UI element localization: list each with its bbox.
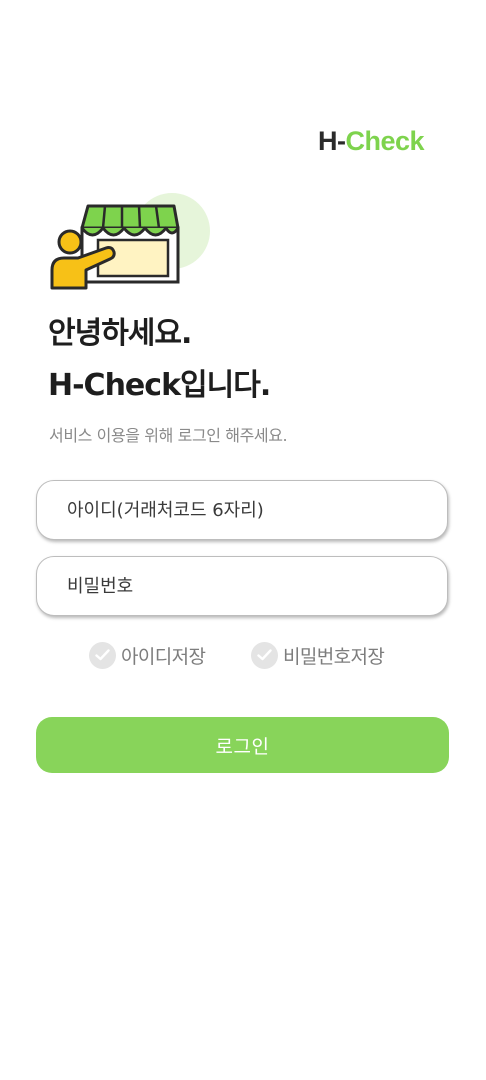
save-password-label: 비밀번호저장 xyxy=(283,645,385,668)
check-icon xyxy=(251,641,278,669)
logo-prefix: H- xyxy=(318,126,346,156)
store-clerk-illustration xyxy=(50,193,210,290)
greeting-line-2: H-Check입니다. xyxy=(48,368,271,403)
id-input[interactable] xyxy=(36,480,448,540)
login-subtitle: 서비스 이용을 위해 로그인 해주세요. xyxy=(49,426,288,445)
logo-suffix: Check xyxy=(345,126,425,156)
app-logo: H-Check xyxy=(318,126,425,157)
greeting-line-1: 안녕하세요. xyxy=(48,316,192,351)
password-input[interactable] xyxy=(36,556,448,616)
save-id-label: 아이디저장 xyxy=(121,645,206,668)
login-button[interactable]: 로그인 xyxy=(36,717,449,773)
greeting-heading: 안녕하세요. H-Check입니다. xyxy=(48,308,271,412)
save-id-checkbox[interactable]: 아이디저장 xyxy=(89,640,206,670)
check-icon xyxy=(89,641,116,669)
save-password-checkbox[interactable]: 비밀번호저장 xyxy=(251,640,385,670)
